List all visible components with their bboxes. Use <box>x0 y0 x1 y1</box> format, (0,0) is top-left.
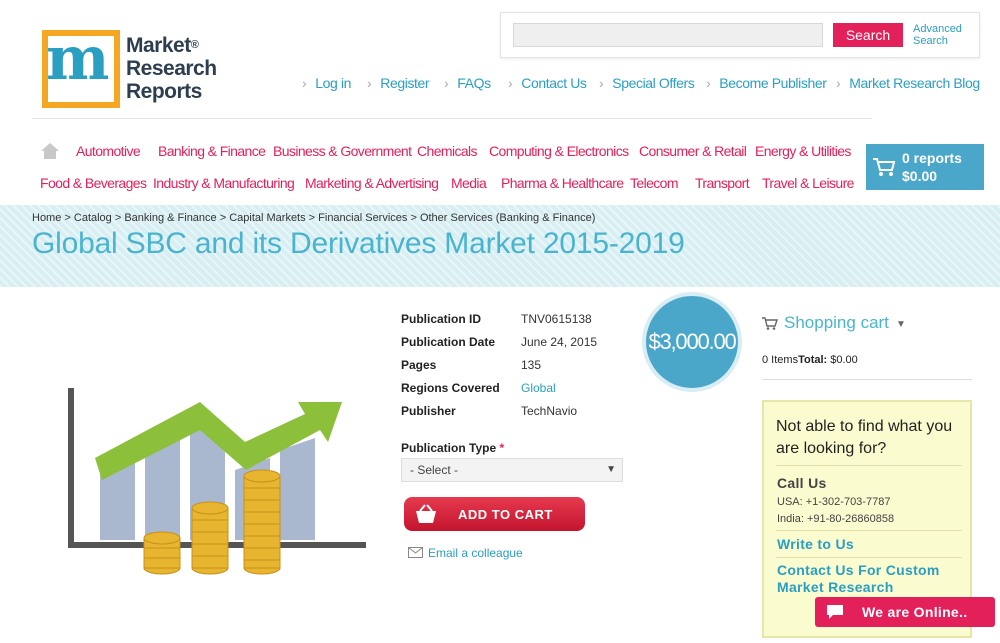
nav-food-beverages[interactable]: Food & Beverages <box>40 175 147 191</box>
cart-total: $0.00 <box>902 168 938 184</box>
title-banner: Home > Catalog > Banking & Finance > Cap… <box>0 205 1000 287</box>
nav-transport[interactable]: Transport <box>695 175 750 191</box>
nav-chemicals[interactable]: Chemicals <box>417 143 478 159</box>
nav-pharma-healthcare[interactable]: Pharma & Healthcare <box>501 175 624 191</box>
search-panel: Search Advanced Search <box>500 12 980 58</box>
logo-mark-icon: m <box>42 24 120 108</box>
become-publisher-link[interactable]: Become Publisher <box>706 75 827 91</box>
advanced-search-link[interactable]: Advanced Search <box>913 23 962 47</box>
login-link[interactable]: Log in <box>302 75 351 91</box>
add-to-cart-button[interactable]: ADD TO CART <box>404 497 585 531</box>
search-input[interactable] <box>513 23 823 47</box>
chat-bubble-icon <box>827 605 843 619</box>
cart-icon <box>762 317 778 330</box>
nav-energy-utilities[interactable]: Energy & Utilities <box>755 143 851 159</box>
sidebar-divider <box>762 379 972 380</box>
shopping-cart-summary: 0 ItemsTotal: $0.00 <box>762 354 858 366</box>
nav-telecom[interactable]: Telecom <box>630 175 679 191</box>
publication-type-select[interactable]: - Select - ▼ <box>401 458 623 482</box>
blog-link[interactable]: Market Research Blog <box>836 75 980 91</box>
register-link[interactable]: Register <box>367 75 429 91</box>
breadcrumb[interactable]: Home > Catalog > Banking & Finance > Cap… <box>32 212 595 224</box>
dropdown-arrow-icon: ▼ <box>606 464 616 475</box>
usa-phone: USA: +1-302-703-7787 <box>777 496 891 508</box>
nav-banking-finance[interactable]: Banking & Finance <box>158 143 266 159</box>
custom-research-link[interactable]: Contact Us For Custom Market Research <box>777 562 967 596</box>
india-phone: India: +91-80-26860858 <box>777 513 895 525</box>
nav-computing-electronics[interactable]: Computing & Electronics <box>489 143 629 159</box>
nav-automotive[interactable]: Automotive <box>76 143 141 159</box>
publication-type-label: Publication Type * <box>401 441 505 455</box>
call-us-heading: Call Us <box>777 475 827 491</box>
nav-media[interactable]: Media <box>451 175 487 191</box>
price-badge: $3,000.00 <box>642 292 742 392</box>
region-global-link[interactable]: Global <box>521 381 556 395</box>
page-title: Global SBC and its Derivatives Market 20… <box>32 227 685 260</box>
header-divider <box>32 118 872 119</box>
write-to-us-link[interactable]: Write to Us <box>777 536 967 553</box>
cart-report-count: 0 reports <box>902 150 962 166</box>
faqs-link[interactable]: FAQs <box>444 75 491 91</box>
basket-icon <box>416 504 436 523</box>
header-cart-button[interactable]: 0 reports $0.00 <box>866 144 984 190</box>
nav-industry-manufacturing[interactable]: Industry & Manufacturing <box>153 175 295 191</box>
nav-travel-leisure[interactable]: Travel & Leisure <box>762 175 854 191</box>
envelope-icon <box>408 547 423 558</box>
contact-us-link[interactable]: Contact Us <box>508 75 587 91</box>
nav-consumer-retail[interactable]: Consumer & Retail <box>639 143 747 159</box>
nav-business-government[interactable]: Business & Government <box>273 143 412 159</box>
product-image <box>68 388 366 575</box>
home-icon[interactable] <box>40 142 60 160</box>
cart-icon <box>873 158 896 176</box>
special-offers-link[interactable]: Special Offers <box>599 75 694 91</box>
site-logo[interactable]: m Market® Research Reports <box>42 24 217 110</box>
logo-text: Market® Research Reports <box>126 34 217 103</box>
help-question: Not able to find what you are looking fo… <box>776 418 953 457</box>
live-chat-button[interactable]: We are Online.. <box>815 597 995 627</box>
chevron-down-icon: ▼ <box>896 319 906 330</box>
nav-marketing-advertising[interactable]: Marketing & Advertising <box>305 175 439 191</box>
search-button[interactable]: Search <box>833 23 903 47</box>
